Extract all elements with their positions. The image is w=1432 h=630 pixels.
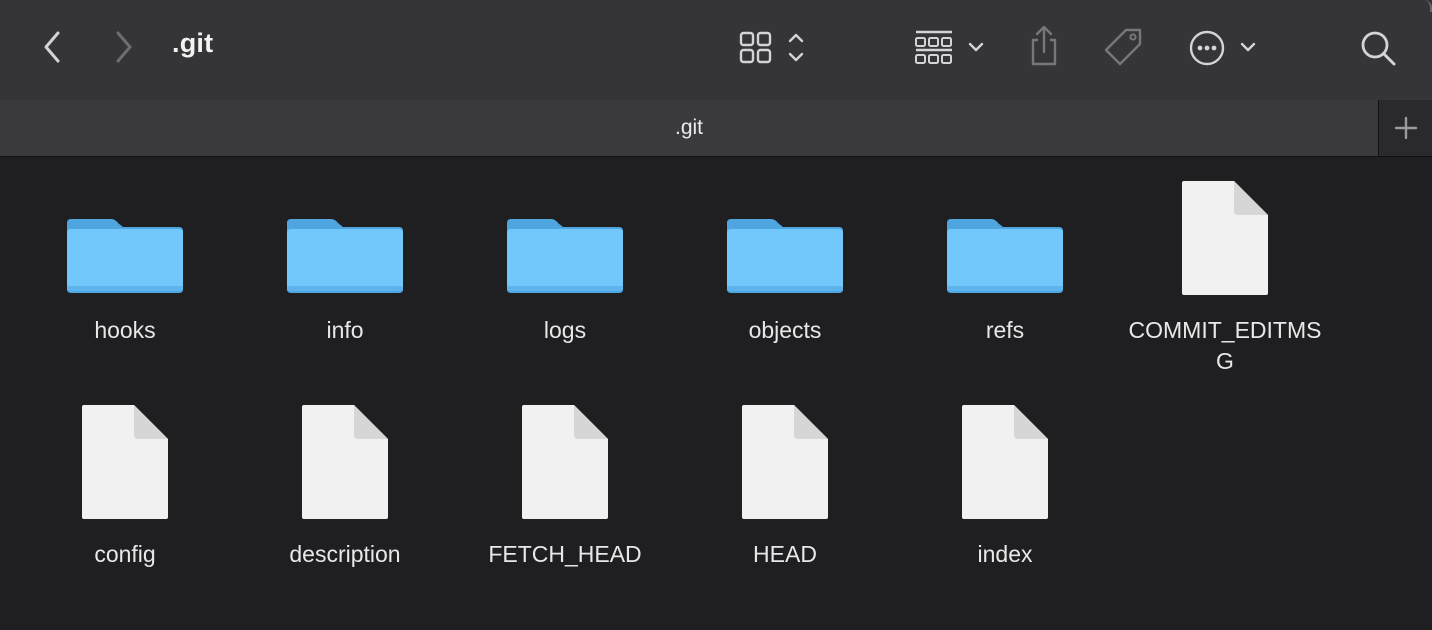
file-item-index[interactable]: index bbox=[895, 401, 1115, 570]
window-title: .git bbox=[172, 28, 214, 58]
more-options-button[interactable] bbox=[1186, 28, 1262, 68]
folder-item-info[interactable]: info bbox=[235, 177, 455, 346]
folder-icon bbox=[67, 219, 183, 293]
file-label: logs bbox=[543, 317, 587, 343]
file-label: COMMIT_EDITMSG bbox=[1128, 317, 1322, 374]
document-icon bbox=[522, 405, 608, 519]
folder-item-refs[interactable]: refs bbox=[895, 177, 1115, 346]
file-item-head[interactable]: HEAD bbox=[675, 401, 895, 570]
file-label: objects bbox=[748, 317, 822, 343]
forward-button[interactable] bbox=[108, 28, 140, 66]
tab-bar: .git bbox=[0, 100, 1432, 157]
document-icon bbox=[82, 405, 168, 519]
share-button[interactable] bbox=[1024, 24, 1064, 68]
folder-item-logs[interactable]: logs bbox=[455, 177, 675, 346]
folder-icon bbox=[727, 219, 843, 293]
share-icon bbox=[1031, 25, 1057, 66]
file-label: description bbox=[289, 541, 401, 567]
document-icon bbox=[1182, 181, 1268, 295]
more-options-icon bbox=[1189, 30, 1256, 66]
file-label: FETCH_HEAD bbox=[488, 541, 642, 567]
document-icon bbox=[302, 405, 388, 519]
file-label: index bbox=[977, 541, 1033, 567]
plus-icon bbox=[1394, 116, 1418, 140]
group-by-icon bbox=[915, 30, 984, 64]
folder-icon bbox=[287, 219, 403, 293]
window-edge bbox=[1424, 0, 1432, 12]
file-item-fetch-head[interactable]: FETCH_HEAD bbox=[455, 401, 675, 570]
file-item-config[interactable]: config bbox=[15, 401, 235, 570]
file-item-description[interactable]: description bbox=[235, 401, 455, 570]
tag-icon bbox=[1104, 28, 1142, 66]
toolbar: .git bbox=[0, 0, 1432, 100]
file-label: info bbox=[326, 317, 364, 343]
folder-icon bbox=[947, 219, 1063, 293]
chevron-right-icon bbox=[116, 31, 132, 63]
file-label: hooks bbox=[94, 317, 156, 343]
view-mode-button[interactable] bbox=[736, 28, 812, 68]
grid-view-icon bbox=[739, 31, 804, 64]
file-label: config bbox=[94, 541, 156, 567]
tab-label: .git bbox=[674, 116, 703, 139]
folder-item-hooks[interactable]: hooks bbox=[15, 177, 235, 346]
file-label: HEAD bbox=[753, 541, 817, 567]
group-by-button[interactable] bbox=[912, 28, 988, 68]
folder-item-objects[interactable]: objects bbox=[675, 177, 895, 346]
document-icon bbox=[742, 405, 828, 519]
document-icon bbox=[962, 405, 1048, 519]
search-button[interactable] bbox=[1358, 28, 1398, 68]
new-tab-button[interactable] bbox=[1378, 100, 1432, 156]
folder-icon bbox=[507, 219, 623, 293]
file-label: refs bbox=[985, 317, 1025, 343]
tab-git[interactable]: .git bbox=[0, 100, 1378, 156]
back-button[interactable] bbox=[36, 28, 68, 66]
file-item-commit-editmsg[interactable]: COMMIT_EDITMSG bbox=[1115, 177, 1335, 377]
tag-button[interactable] bbox=[1102, 26, 1146, 70]
search-icon bbox=[1361, 31, 1396, 66]
chevron-left-icon bbox=[44, 31, 60, 63]
file-grid: hooks info logs objects refs COMMIT_EDIT… bbox=[0, 157, 1432, 630]
